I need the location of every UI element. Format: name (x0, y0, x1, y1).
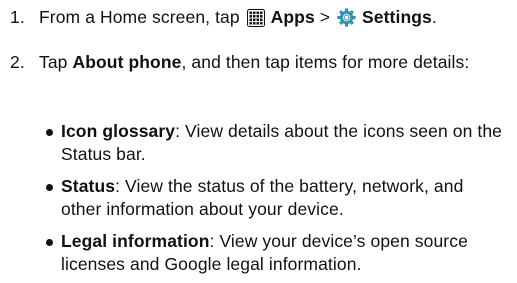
step-text-end: , and then tap items for more details: (181, 52, 470, 72)
settings-label: Settings (362, 7, 432, 27)
apps-grid-icon (246, 9, 265, 33)
step-text-start: From a Home screen, tap (39, 7, 245, 27)
bullet-dot (46, 129, 53, 136)
list-item-text: Status: View the status of the battery, … (61, 175, 506, 221)
list-item-title: Status (61, 176, 116, 196)
instruction-page: 1. From a Home screen, tap Apps > Settin… (0, 0, 517, 283)
bullet-dot (46, 184, 53, 191)
menu-separator: > (314, 7, 336, 27)
list-item-text: Icon glossary: View details about the ic… (61, 120, 506, 166)
step-number: 2. (10, 52, 25, 72)
step-text: From a Home screen, tap Apps > Settings. (39, 6, 509, 33)
list-item-title: Icon glossary (61, 121, 176, 141)
apps-label: Apps (270, 7, 315, 27)
about-phone-label: About phone (72, 52, 182, 72)
settings-gear-icon (337, 8, 356, 33)
list-item-desc: : View the status of the battery, networ… (61, 176, 464, 219)
step-text-end: . (431, 7, 437, 27)
bullet-dot (46, 239, 53, 246)
step-text: Tap About phone, and then tap items for … (39, 51, 509, 74)
list-item-text: Legal information: View your device’s op… (61, 230, 506, 276)
step-text-start: Tap (39, 52, 73, 72)
list-item-title: Legal information (61, 231, 210, 251)
step-number: 1. (10, 7, 25, 27)
